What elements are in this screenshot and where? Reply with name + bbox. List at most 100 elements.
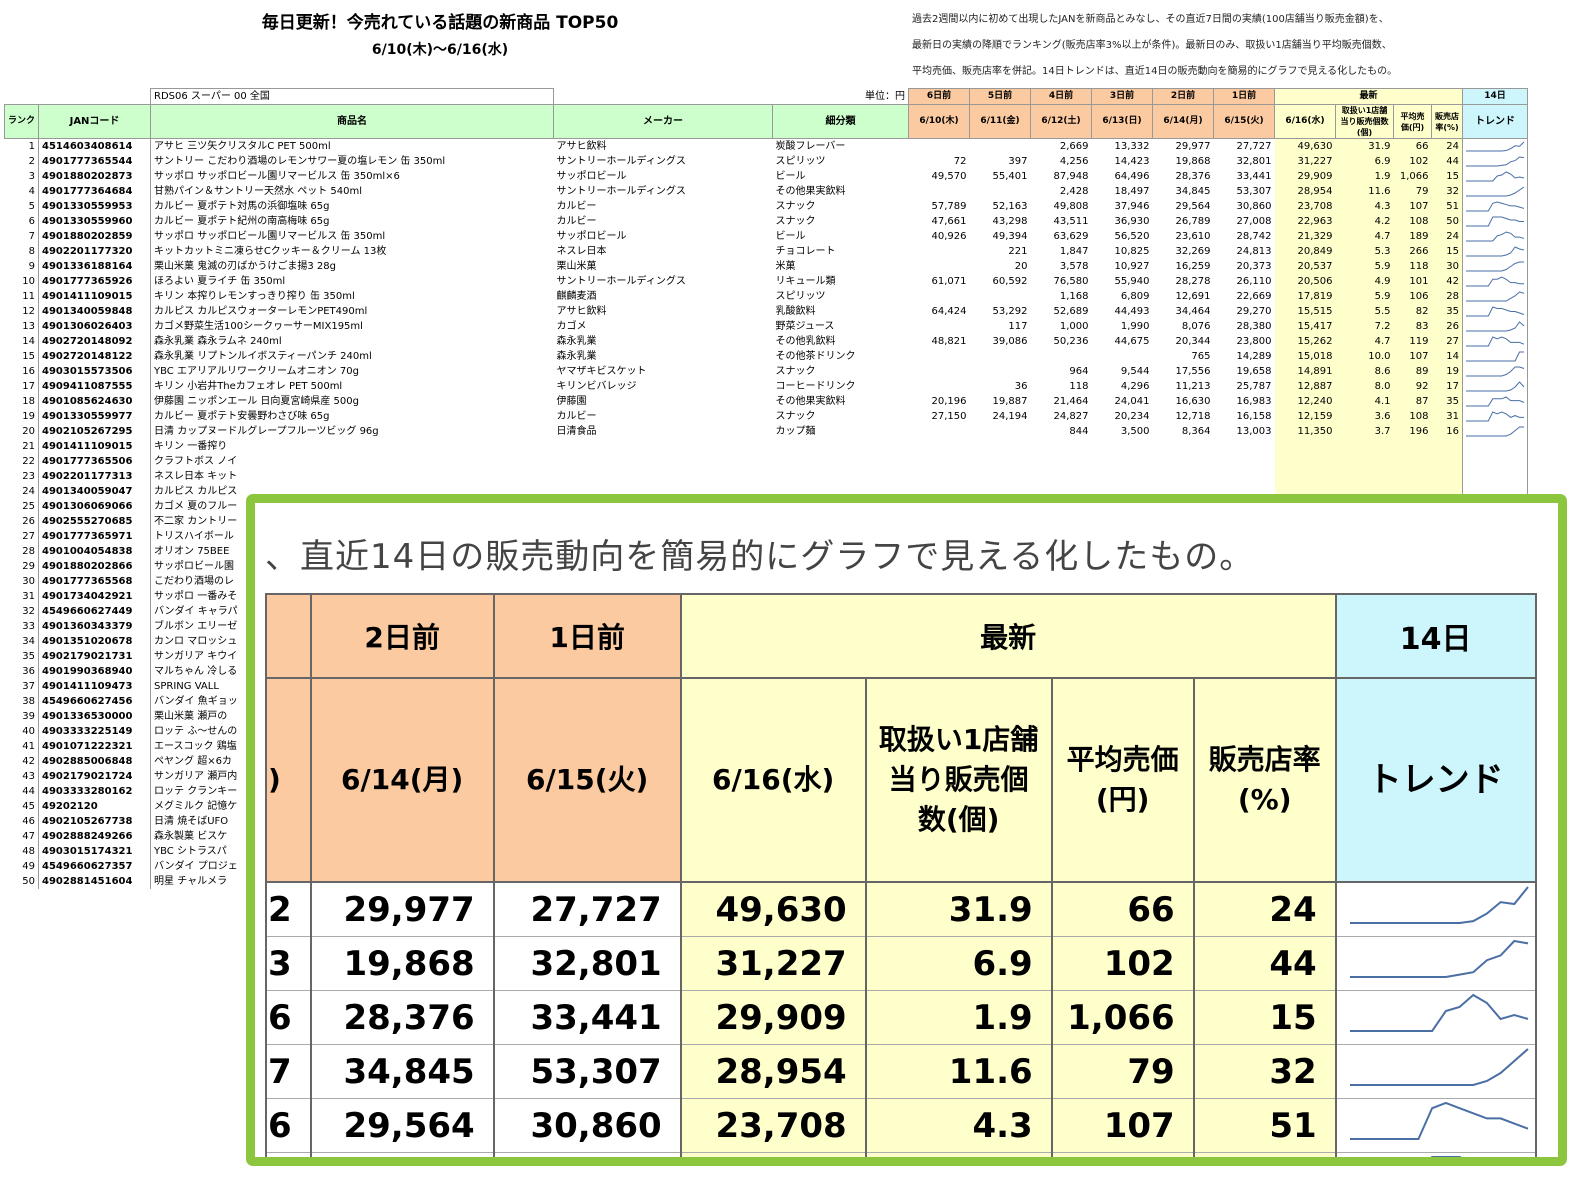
product-name-cell: 伊藤園 ニッポンエール 日向夏宮崎県産 500g bbox=[154, 396, 359, 407]
category-cell: スピリッツ bbox=[775, 291, 826, 302]
jan-cell: 4901340059848 bbox=[38, 304, 152, 319]
sales-cell: 12,887 bbox=[1274, 379, 1336, 394]
jan-cell: 4901336530000 bbox=[38, 709, 152, 724]
sales-cell bbox=[909, 454, 970, 469]
jan-cell: 4901085624630 bbox=[38, 394, 152, 409]
jan-cell: 4903015174321 bbox=[38, 844, 152, 859]
category-cell bbox=[773, 439, 909, 454]
sales-cell: 24,041 bbox=[1114, 396, 1150, 407]
zoom-per-store-cell: 4.3 bbox=[864, 1098, 1053, 1153]
jan-cell: 4902720148122 bbox=[38, 349, 152, 364]
zoom-caption: 、直近14日の販売動向を簡易的にグラフで見える化したもの。 bbox=[265, 537, 1255, 577]
trend-cell bbox=[1462, 259, 1529, 274]
table-row: 17 4909411087555 キリン 小岩井Theカフェオレ PET 500ml… bbox=[4, 379, 1529, 394]
avg-price-cell: 108 bbox=[1393, 409, 1432, 424]
zoom-latest-cell: 31,227 bbox=[679, 936, 867, 991]
sales-cell: 8,364 bbox=[1181, 426, 1211, 437]
trend-sparkline bbox=[1466, 366, 1525, 377]
category-cell: スナック bbox=[775, 216, 816, 227]
sales-cell: 16,158 bbox=[1236, 411, 1272, 422]
trend-line bbox=[1466, 426, 1525, 437]
trend-line bbox=[1466, 231, 1525, 242]
rank-cell: 10 bbox=[4, 274, 40, 289]
col-product: 商品名 bbox=[150, 104, 555, 139]
per-store-cell: 3.6 bbox=[1335, 409, 1394, 424]
sales-cell: 8,076 bbox=[1181, 321, 1211, 332]
zoom-store-rate-cell: 50 bbox=[1192, 1152, 1337, 1157]
note-line: 平均売価、販売店率を併記。14日トレンドは、直近14日の販売動向を簡易的にグラフ… bbox=[912, 66, 1398, 77]
trend-cell bbox=[1462, 274, 1529, 289]
table-row: 12 4901340059848 カルピス カルピスウォーターレモンPET490ml… bbox=[4, 304, 1529, 319]
rank-cell: 8 bbox=[4, 244, 40, 259]
day-label: 2日前 bbox=[1152, 88, 1215, 105]
rank-cell: 34 bbox=[4, 634, 40, 649]
store-rate-cell: 15 bbox=[1431, 244, 1463, 259]
table-row: 6 4901330559960 カルビー 夏ポテト紀州の南高梅味 65g カルビー スナ… bbox=[4, 214, 1529, 229]
day-label: 4日前 bbox=[1030, 88, 1093, 105]
sales-cell: 20,373 bbox=[1236, 261, 1272, 272]
avg-price-cell: 101 bbox=[1393, 274, 1432, 289]
sales-cell: 3,500 bbox=[1120, 426, 1150, 437]
trend-cell bbox=[1462, 169, 1529, 184]
per-store-cell: 4.2 bbox=[1335, 214, 1394, 229]
category-cell: カップ麺 bbox=[775, 426, 816, 437]
zoom-col-store-rate: 販売店率(%) bbox=[1192, 677, 1337, 883]
rank-cell: 42 bbox=[4, 754, 40, 769]
sales-cell: 1,990 bbox=[1120, 321, 1150, 332]
trend-line bbox=[1349, 886, 1529, 924]
maker-cell: サントリーホールディングス bbox=[556, 156, 686, 167]
sales-cell: 49,630 bbox=[1274, 138, 1336, 154]
rank-cell: 3 bbox=[4, 169, 40, 184]
jan-cell: 4901306069066 bbox=[38, 499, 152, 514]
trend-line bbox=[1466, 411, 1525, 422]
zoom-store-rate-cell: 24 bbox=[1192, 881, 1337, 937]
zoom-cut-cell: 6 bbox=[265, 1098, 312, 1153]
sales-cell: 21,464 bbox=[1053, 396, 1089, 407]
rank-cell: 24 bbox=[4, 484, 40, 499]
product-name-cell: サントリー こだわり酒場のレモンサワー夏の塩レモン 缶 350ml bbox=[154, 156, 446, 167]
avg-price-cell bbox=[1393, 454, 1432, 469]
sales-cell: 44,493 bbox=[1114, 306, 1150, 317]
sales-cell: 9,544 bbox=[1120, 366, 1150, 377]
zoom-row: 026,78927,00822,9634.210850 bbox=[265, 1152, 1537, 1157]
product-name-cell: カルビー 夏ポテト対馬の浜御塩味 65g bbox=[154, 201, 330, 212]
sales-cell: 765 bbox=[1191, 351, 1211, 362]
zoom-store-rate-cell: 15 bbox=[1192, 990, 1337, 1045]
trend-cell bbox=[1462, 319, 1529, 334]
trend-line bbox=[1466, 276, 1525, 287]
table-row: 3 4901880202873 サッポロ サッポロビール園リマービルス 缶 350m… bbox=[4, 169, 1529, 184]
trend-sparkline bbox=[1465, 455, 1525, 468]
table-row: 7 4901880202859 サッポロ サッポロビール園リマービルス 缶 350m… bbox=[4, 229, 1529, 244]
col-date: 6/13(日) bbox=[1091, 104, 1154, 139]
jan-cell: 4901777365926 bbox=[38, 274, 152, 289]
sales-cell: 23,708 bbox=[1274, 199, 1336, 214]
trend-sparkline bbox=[1466, 156, 1525, 167]
jan-cell: 4901777365544 bbox=[38, 154, 152, 169]
maker-cell: 森永乳業 bbox=[556, 351, 597, 362]
zoom-table: 2日前 1日前 最新 14日 ) 6/14(月) 6/15(火) 6/16(水)… bbox=[265, 593, 1537, 1157]
sales-cell bbox=[909, 424, 970, 439]
sales-cell: 15,018 bbox=[1274, 349, 1336, 364]
product-name-cell: カルビー 夏ポテト安曇野わさび味 65g bbox=[154, 411, 330, 422]
trend-cell bbox=[1462, 349, 1529, 364]
col-jan: JANコード bbox=[38, 104, 152, 139]
jan-cell: 4901777365506 bbox=[38, 454, 152, 469]
sales-cell bbox=[1092, 454, 1153, 469]
trend-cell bbox=[1462, 409, 1529, 424]
zoom-row: 6 29,564 30,860 23,708 4.3 107 51 bbox=[265, 1098, 1537, 1153]
per-store-cell: 7.2 bbox=[1335, 319, 1394, 334]
category-cell bbox=[773, 454, 909, 469]
zoom-latest-cell: 49,630 bbox=[679, 881, 867, 937]
day-label: 3日前 bbox=[1091, 88, 1154, 105]
sales-cell: 22,669 bbox=[1236, 291, 1272, 302]
category-cell: ビール bbox=[775, 231, 806, 242]
avg-price-cell: 107 bbox=[1393, 349, 1432, 364]
col-date: 6/11(金) bbox=[969, 104, 1032, 139]
trend-sparkline bbox=[1465, 470, 1525, 483]
per-store-cell: 8.6 bbox=[1335, 364, 1394, 379]
sales-cell: 4,296 bbox=[1120, 381, 1150, 392]
sales-cell: 20,344 bbox=[1175, 336, 1211, 347]
sales-cell: 49,808 bbox=[1053, 201, 1089, 212]
maker-cell bbox=[554, 469, 773, 484]
trend-line bbox=[1349, 1101, 1529, 1140]
